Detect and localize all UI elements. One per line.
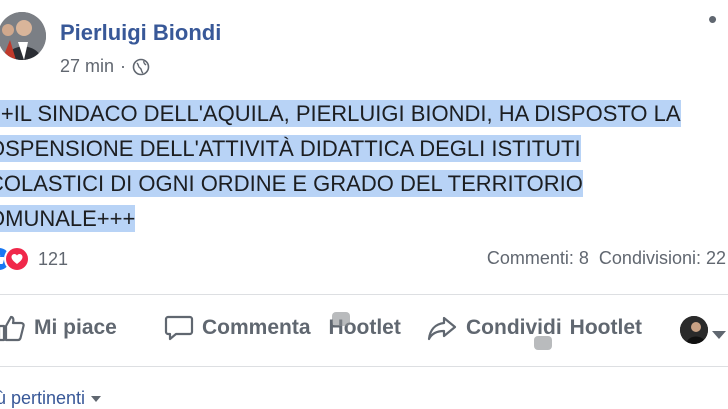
post-time[interactable]: 27 min <box>60 56 114 77</box>
post-text: ++IL SINDACO DELL'AQUILA, PIERLUIGI BION… <box>0 96 728 236</box>
love-icon <box>4 246 30 272</box>
post-line-2: OSPENSIONE DELL'ATTIVITÀ DIDATTICA DEGLI… <box>0 135 581 162</box>
more-options-icon[interactable]: • <box>708 4 719 35</box>
divider-top <box>0 294 728 295</box>
avatar-photo <box>0 12 46 60</box>
divider-bottom <box>0 366 728 367</box>
meta-separator: · <box>120 56 127 76</box>
post-line-3: COLASTICI DI OGNI ORDINE E GRADO DEL TER… <box>0 170 583 197</box>
author-avatar[interactable] <box>0 12 46 60</box>
action-bar: Mi piace Commenta Hootlet Condividi Hoot… <box>0 300 728 360</box>
post-meta: 27 min · <box>60 56 150 77</box>
sort-label: ù pertinenti <box>0 388 86 408</box>
reactions-summary[interactable]: 121 <box>0 246 68 272</box>
post-stats: Commenti: 8 Condivisioni: 22 <box>487 248 726 269</box>
hootlet-label-2[interactable]: Hootlet <box>570 316 642 340</box>
comment-sort-dropdown[interactable]: ù pertinenti <box>0 388 102 409</box>
profile-selector-avatar[interactable] <box>680 316 708 344</box>
comment-button[interactable]: Commenta Hootlet <box>164 314 401 342</box>
thumbs-up-icon <box>0 315 25 342</box>
like-button[interactable]: Mi piace <box>0 314 117 342</box>
shares-count[interactable]: Condivisioni: 22 <box>599 248 726 269</box>
post-line-1: ++IL SINDACO DELL'AQUILA, PIERLUIGI BION… <box>0 100 681 127</box>
comments-count[interactable]: Commenti: 8 <box>487 248 589 269</box>
hootlet-owl-icon-2[interactable] <box>534 336 552 350</box>
like-label: Mi piace <box>34 316 117 339</box>
chevron-down-icon[interactable] <box>712 326 726 344</box>
reactions-count: 121 <box>38 248 69 269</box>
share-arrow-icon <box>427 316 457 341</box>
speech-bubble-icon <box>164 315 194 341</box>
caret-down-icon <box>91 396 102 403</box>
author-name[interactable]: Pierluigi Biondi <box>60 20 221 46</box>
hootlet-owl-icon[interactable] <box>332 312 350 326</box>
globe-icon[interactable] <box>132 58 150 76</box>
post-line-4: OMUNALE+++ <box>0 205 136 232</box>
comment-label: Commenta <box>202 316 311 339</box>
